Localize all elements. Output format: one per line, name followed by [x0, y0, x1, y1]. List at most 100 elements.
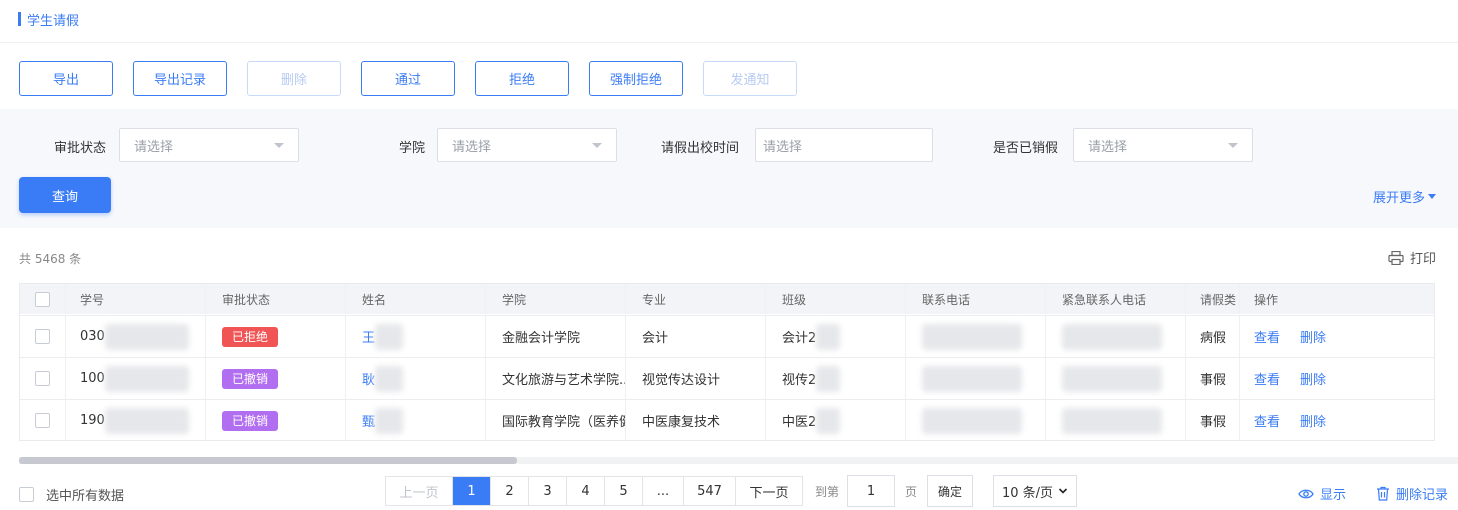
phone-cell — [906, 316, 1046, 357]
name-cell: 王 — [346, 316, 486, 357]
page-button-547[interactable]: 547 — [684, 477, 736, 505]
query-button[interactable]: 查询 — [19, 177, 111, 213]
status-filter-label: 审批状态 — [54, 141, 107, 156]
page-size-select[interactable]: 10 条/页 — [993, 475, 1077, 507]
header-checkbox[interactable] — [35, 291, 50, 307]
college-cell: 金融会计学院 — [486, 316, 626, 357]
delete-button[interactable]: 删除 — [247, 61, 341, 96]
leave-type-cell: 病假 — [1186, 316, 1240, 357]
pagination: 上一页 1 2 3 4 5 ... 547 下一页 — [385, 476, 803, 506]
select-all-data[interactable]: 选中所有数据 — [19, 485, 124, 504]
filter-panel: 审批状态 请选择 学院 请选择 请假出校时间 请选择 是否已销假 请选择 查询 … — [0, 109, 1458, 228]
student-id-prefix: 190 — [80, 413, 105, 428]
student-name-link[interactable]: 耿 — [362, 369, 375, 388]
col-name: 姓名 — [346, 284, 486, 314]
eye-icon — [1298, 489, 1314, 498]
caret-down-icon — [274, 143, 284, 148]
reject-button[interactable]: 拒绝 — [475, 61, 569, 96]
student-id-cell: 190 — [66, 400, 206, 440]
student-id-cell: 030 — [66, 316, 206, 357]
name-cell: 甄 — [346, 400, 486, 440]
redacted-name — [375, 365, 404, 392]
class-cell: 会计2 — [766, 316, 906, 357]
delete-link[interactable]: 删除 — [1300, 369, 1326, 388]
delete-link[interactable]: 删除 — [1300, 327, 1326, 346]
record-count: 共 5468 条 — [19, 252, 82, 266]
delete-records-button[interactable]: 删除记录 — [1376, 484, 1448, 503]
major-cell: 视觉传达设计 — [626, 358, 766, 399]
export-button[interactable]: 导出 — [19, 61, 113, 96]
col-college: 学院 — [486, 284, 626, 314]
view-link[interactable]: 查看 — [1254, 327, 1280, 346]
table-row: 100 已撤销 耿 文化旅游与艺术学院... 视觉传达设计 视传2 事假 查看 … — [20, 357, 1434, 399]
leave-time-filter-label: 请假出校时间 — [661, 141, 740, 156]
delete-link[interactable]: 删除 — [1300, 411, 1326, 430]
row-checkbox[interactable] — [35, 413, 50, 428]
student-id-cell: 100 — [66, 358, 206, 399]
horizontal-scrollbar[interactable] — [19, 457, 1458, 464]
col-status: 审批状态 — [206, 284, 346, 314]
status-badge: 已撤销 — [222, 368, 279, 389]
page-button-5[interactable]: 5 — [605, 477, 643, 505]
header-divider — [0, 42, 1458, 43]
college-cell: 文化旅游与艺术学院... — [486, 358, 626, 399]
name-cell: 耿 — [346, 358, 486, 399]
table-header: 学号 审批状态 姓名 学院 专业 班级 联系电话 紧急联系人电话 请假类 操作 — [20, 284, 1434, 314]
col-phone: 联系电话 — [906, 284, 1046, 314]
row-select-cell — [20, 316, 66, 357]
leave-type-cell: 事假 — [1186, 358, 1240, 399]
view-link[interactable]: 查看 — [1254, 369, 1280, 388]
page-title: 学生请假 — [18, 10, 80, 29]
col-actions: 操作 — [1254, 292, 1279, 307]
college-filter-select[interactable]: 请选择 — [437, 128, 617, 162]
emergency-phone-cell — [1046, 316, 1186, 357]
expand-more-link[interactable]: 展开更多 — [1373, 187, 1436, 206]
scrollbar-thumb[interactable] — [19, 457, 517, 464]
page-ellipsis[interactable]: ... — [643, 477, 684, 505]
goto-confirm-button[interactable]: 确定 — [927, 475, 973, 507]
leave-type-cell: 事假 — [1186, 400, 1240, 440]
approve-button[interactable]: 通过 — [361, 61, 455, 96]
goto-page-input[interactable]: 1 — [847, 475, 895, 507]
col-emergency-phone: 紧急联系人电话 — [1046, 284, 1186, 314]
student-name-link[interactable]: 王 — [362, 327, 375, 346]
page-button-3[interactable]: 3 — [529, 477, 567, 505]
prev-page-button[interactable]: 上一页 — [386, 477, 453, 505]
force-reject-button[interactable]: 强制拒绝 — [589, 61, 683, 96]
view-link[interactable]: 查看 — [1254, 411, 1280, 430]
page-button-2[interactable]: 2 — [491, 477, 529, 505]
status-filter-select[interactable]: 请选择 — [119, 128, 299, 162]
cancelled-filter-placeholder: 请选择 — [1088, 139, 1128, 155]
row-select-cell — [20, 358, 66, 399]
redacted-emergency-phone — [1062, 323, 1162, 350]
student-name-link[interactable]: 甄 — [362, 411, 375, 430]
trash-icon — [1377, 486, 1389, 501]
page-title-text: 学生请假 — [27, 13, 80, 29]
display-button[interactable]: 显示 — [1298, 484, 1346, 503]
class-cell: 中医2 — [766, 400, 906, 440]
send-notice-button[interactable]: 发通知 — [703, 61, 797, 96]
redacted-phone — [922, 407, 1022, 434]
leave-time-filter-input[interactable]: 请选择 — [755, 128, 933, 162]
next-page-button[interactable]: 下一页 — [736, 477, 802, 505]
college-cell: 国际教育学院（医养健 — [486, 400, 626, 440]
export-records-button[interactable]: 导出记录 — [133, 61, 227, 96]
student-id-prefix: 100 — [80, 371, 105, 386]
redacted-student-id — [104, 407, 189, 434]
select-all-checkbox[interactable] — [19, 487, 34, 502]
status-badge: 已拒绝 — [222, 326, 279, 347]
actions-cell: 查看 删除 — [1240, 400, 1434, 440]
row-checkbox[interactable] — [35, 371, 50, 386]
redacted-class — [816, 365, 841, 392]
redacted-emergency-phone — [1062, 365, 1162, 392]
expand-more-label: 展开更多 — [1372, 191, 1425, 206]
leave-time-filter-placeholder: 请选择 — [763, 139, 803, 155]
select-all-label: 选中所有数据 — [46, 489, 125, 504]
college-filter-label: 学院 — [399, 141, 426, 156]
page-button-4[interactable]: 4 — [567, 477, 605, 505]
cancelled-filter-select[interactable]: 请选择 — [1073, 128, 1253, 162]
row-checkbox[interactable] — [35, 329, 50, 344]
print-button[interactable]: 打印 — [1388, 248, 1436, 267]
page-button-1[interactable]: 1 — [453, 477, 491, 505]
title-accent-bar — [18, 12, 21, 26]
